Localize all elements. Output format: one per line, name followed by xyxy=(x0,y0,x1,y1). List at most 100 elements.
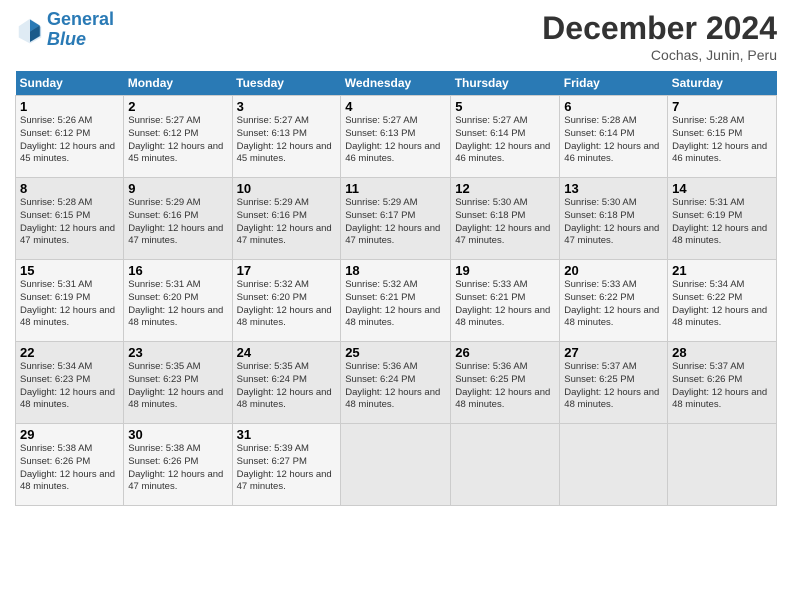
day-number: 26 xyxy=(455,345,555,360)
calendar-body: 1Sunrise: 5:26 AMSunset: 6:12 PMDaylight… xyxy=(16,96,777,506)
day-number: 14 xyxy=(672,181,772,196)
calendar-cell: 23Sunrise: 5:35 AMSunset: 6:23 PMDayligh… xyxy=(124,342,232,424)
header: General Blue December 2024 Cochas, Junin… xyxy=(15,10,777,63)
day-details: Sunrise: 5:33 AMSunset: 6:22 PMDaylight:… xyxy=(564,279,663,330)
header-row: Sunday Monday Tuesday Wednesday Thursday… xyxy=(16,71,777,96)
month-title: December 2024 xyxy=(542,10,777,47)
day-number: 30 xyxy=(128,427,227,442)
calendar-week-2: 8Sunrise: 5:28 AMSunset: 6:15 PMDaylight… xyxy=(16,178,777,260)
calendar-cell: 8Sunrise: 5:28 AMSunset: 6:15 PMDaylight… xyxy=(16,178,124,260)
day-details: Sunrise: 5:30 AMSunset: 6:18 PMDaylight:… xyxy=(455,197,555,248)
calendar-cell: 25Sunrise: 5:36 AMSunset: 6:24 PMDayligh… xyxy=(341,342,451,424)
calendar-cell xyxy=(668,424,777,506)
calendar-week-1: 1Sunrise: 5:26 AMSunset: 6:12 PMDaylight… xyxy=(16,96,777,178)
calendar-cell: 24Sunrise: 5:35 AMSunset: 6:24 PMDayligh… xyxy=(232,342,341,424)
calendar-cell: 13Sunrise: 5:30 AMSunset: 6:18 PMDayligh… xyxy=(560,178,668,260)
day-number: 31 xyxy=(237,427,337,442)
calendar-week-3: 15Sunrise: 5:31 AMSunset: 6:19 PMDayligh… xyxy=(16,260,777,342)
day-number: 28 xyxy=(672,345,772,360)
day-details: Sunrise: 5:28 AMSunset: 6:14 PMDaylight:… xyxy=(564,115,663,166)
calendar-cell: 7Sunrise: 5:28 AMSunset: 6:15 PMDaylight… xyxy=(668,96,777,178)
calendar-cell: 26Sunrise: 5:36 AMSunset: 6:25 PMDayligh… xyxy=(451,342,560,424)
day-details: Sunrise: 5:29 AMSunset: 6:16 PMDaylight:… xyxy=(237,197,337,248)
col-wednesday: Wednesday xyxy=(341,71,451,96)
col-saturday: Saturday xyxy=(668,71,777,96)
day-details: Sunrise: 5:30 AMSunset: 6:18 PMDaylight:… xyxy=(564,197,663,248)
day-number: 13 xyxy=(564,181,663,196)
calendar-cell: 31Sunrise: 5:39 AMSunset: 6:27 PMDayligh… xyxy=(232,424,341,506)
calendar-cell: 10Sunrise: 5:29 AMSunset: 6:16 PMDayligh… xyxy=(232,178,341,260)
day-details: Sunrise: 5:34 AMSunset: 6:23 PMDaylight:… xyxy=(20,361,119,412)
calendar-cell: 29Sunrise: 5:38 AMSunset: 6:26 PMDayligh… xyxy=(16,424,124,506)
day-details: Sunrise: 5:26 AMSunset: 6:12 PMDaylight:… xyxy=(20,115,119,166)
calendar-cell: 2Sunrise: 5:27 AMSunset: 6:12 PMDaylight… xyxy=(124,96,232,178)
calendar-cell: 20Sunrise: 5:33 AMSunset: 6:22 PMDayligh… xyxy=(560,260,668,342)
day-details: Sunrise: 5:31 AMSunset: 6:19 PMDaylight:… xyxy=(672,197,772,248)
calendar-cell: 18Sunrise: 5:32 AMSunset: 6:21 PMDayligh… xyxy=(341,260,451,342)
calendar-cell: 28Sunrise: 5:37 AMSunset: 6:26 PMDayligh… xyxy=(668,342,777,424)
col-friday: Friday xyxy=(560,71,668,96)
calendar-cell: 11Sunrise: 5:29 AMSunset: 6:17 PMDayligh… xyxy=(341,178,451,260)
calendar-cell: 22Sunrise: 5:34 AMSunset: 6:23 PMDayligh… xyxy=(16,342,124,424)
day-details: Sunrise: 5:29 AMSunset: 6:16 PMDaylight:… xyxy=(128,197,227,248)
day-details: Sunrise: 5:39 AMSunset: 6:27 PMDaylight:… xyxy=(237,443,337,494)
day-details: Sunrise: 5:32 AMSunset: 6:21 PMDaylight:… xyxy=(345,279,446,330)
day-number: 7 xyxy=(672,99,772,114)
day-number: 25 xyxy=(345,345,446,360)
day-details: Sunrise: 5:38 AMSunset: 6:26 PMDaylight:… xyxy=(20,443,119,494)
day-number: 9 xyxy=(128,181,227,196)
day-number: 10 xyxy=(237,181,337,196)
calendar-week-4: 22Sunrise: 5:34 AMSunset: 6:23 PMDayligh… xyxy=(16,342,777,424)
day-number: 2 xyxy=(128,99,227,114)
calendar-cell: 16Sunrise: 5:31 AMSunset: 6:20 PMDayligh… xyxy=(124,260,232,342)
day-details: Sunrise: 5:36 AMSunset: 6:24 PMDaylight:… xyxy=(345,361,446,412)
day-number: 27 xyxy=(564,345,663,360)
col-sunday: Sunday xyxy=(16,71,124,96)
day-number: 1 xyxy=(20,99,119,114)
logo: General Blue xyxy=(15,10,114,50)
day-number: 23 xyxy=(128,345,227,360)
location-subtitle: Cochas, Junin, Peru xyxy=(542,47,777,63)
col-tuesday: Tuesday xyxy=(232,71,341,96)
day-details: Sunrise: 5:32 AMSunset: 6:20 PMDaylight:… xyxy=(237,279,337,330)
day-number: 24 xyxy=(237,345,337,360)
day-number: 11 xyxy=(345,181,446,196)
calendar-cell xyxy=(341,424,451,506)
day-details: Sunrise: 5:37 AMSunset: 6:25 PMDaylight:… xyxy=(564,361,663,412)
calendar-cell xyxy=(560,424,668,506)
day-details: Sunrise: 5:31 AMSunset: 6:20 PMDaylight:… xyxy=(128,279,227,330)
day-number: 8 xyxy=(20,181,119,196)
calendar-cell: 21Sunrise: 5:34 AMSunset: 6:22 PMDayligh… xyxy=(668,260,777,342)
day-number: 12 xyxy=(455,181,555,196)
day-number: 19 xyxy=(455,263,555,278)
calendar-table: Sunday Monday Tuesday Wednesday Thursday… xyxy=(15,71,777,506)
day-details: Sunrise: 5:29 AMSunset: 6:17 PMDaylight:… xyxy=(345,197,446,248)
day-details: Sunrise: 5:27 AMSunset: 6:13 PMDaylight:… xyxy=(237,115,337,166)
day-number: 20 xyxy=(564,263,663,278)
day-details: Sunrise: 5:37 AMSunset: 6:26 PMDaylight:… xyxy=(672,361,772,412)
calendar-cell: 9Sunrise: 5:29 AMSunset: 6:16 PMDaylight… xyxy=(124,178,232,260)
day-number: 21 xyxy=(672,263,772,278)
calendar-cell: 19Sunrise: 5:33 AMSunset: 6:21 PMDayligh… xyxy=(451,260,560,342)
main-container: General Blue December 2024 Cochas, Junin… xyxy=(0,0,792,516)
calendar-cell: 1Sunrise: 5:26 AMSunset: 6:12 PMDaylight… xyxy=(16,96,124,178)
day-number: 15 xyxy=(20,263,119,278)
day-number: 6 xyxy=(564,99,663,114)
day-number: 29 xyxy=(20,427,119,442)
day-details: Sunrise: 5:28 AMSunset: 6:15 PMDaylight:… xyxy=(672,115,772,166)
day-number: 3 xyxy=(237,99,337,114)
calendar-cell: 30Sunrise: 5:38 AMSunset: 6:26 PMDayligh… xyxy=(124,424,232,506)
calendar-cell: 15Sunrise: 5:31 AMSunset: 6:19 PMDayligh… xyxy=(16,260,124,342)
day-details: Sunrise: 5:34 AMSunset: 6:22 PMDaylight:… xyxy=(672,279,772,330)
logo-icon xyxy=(15,15,45,45)
day-number: 18 xyxy=(345,263,446,278)
calendar-cell: 6Sunrise: 5:28 AMSunset: 6:14 PMDaylight… xyxy=(560,96,668,178)
col-thursday: Thursday xyxy=(451,71,560,96)
day-details: Sunrise: 5:27 AMSunset: 6:13 PMDaylight:… xyxy=(345,115,446,166)
day-details: Sunrise: 5:27 AMSunset: 6:14 PMDaylight:… xyxy=(455,115,555,166)
day-number: 4 xyxy=(345,99,446,114)
day-details: Sunrise: 5:33 AMSunset: 6:21 PMDaylight:… xyxy=(455,279,555,330)
calendar-cell xyxy=(451,424,560,506)
title-block: December 2024 Cochas, Junin, Peru xyxy=(542,10,777,63)
calendar-cell: 4Sunrise: 5:27 AMSunset: 6:13 PMDaylight… xyxy=(341,96,451,178)
